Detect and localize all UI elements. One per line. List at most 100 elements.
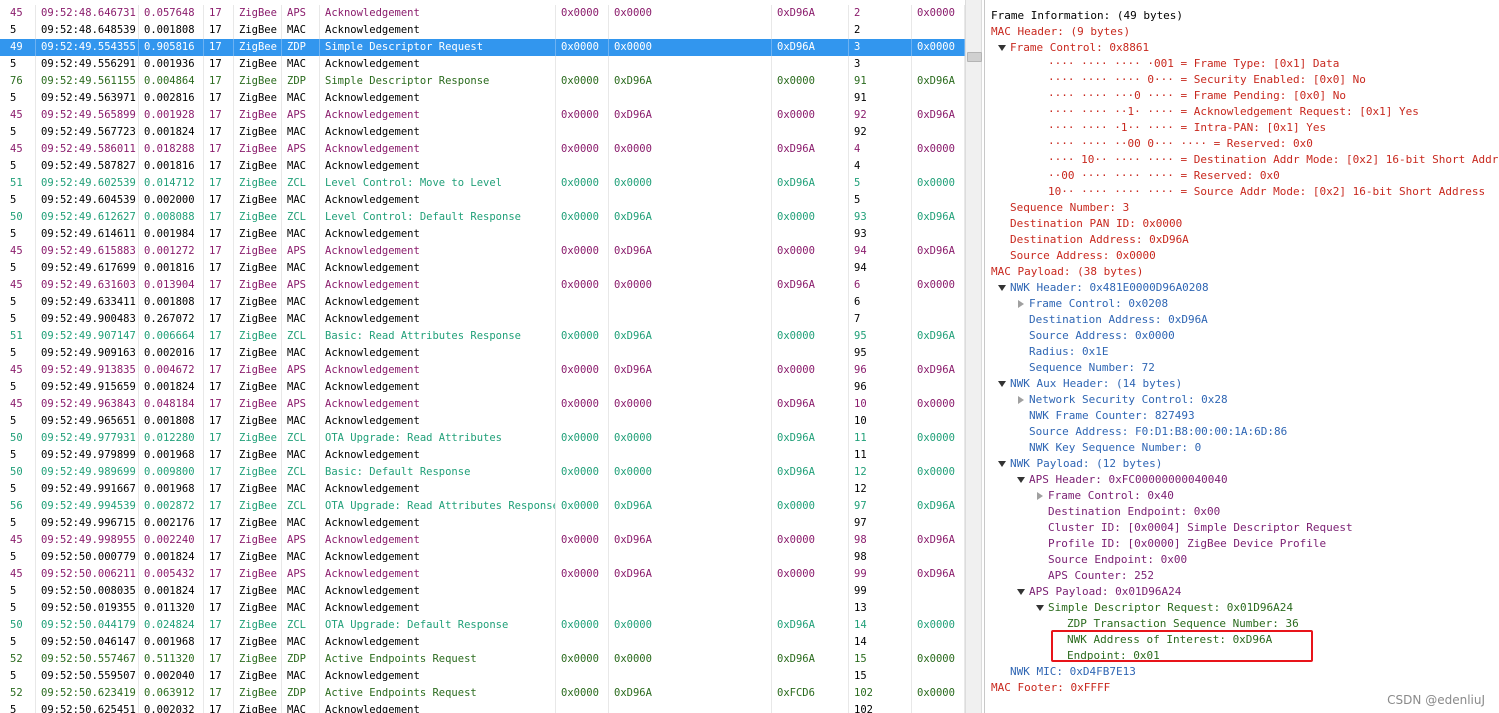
detail-field[interactable]: MAC Payload: (38 bytes) [991, 264, 1143, 280]
packet-row[interactable]: 45 09:52:49.998955 0.002240 17 ZigBee APS Ackn… [0, 532, 965, 549]
packet-row[interactable]: 5 09:52:49.633411 0.001808 17 ZigBee MAC Ackno… [0, 294, 965, 311]
packet-list-scrollbar[interactable] [965, 0, 982, 713]
detail-field[interactable]: Sequence Number: 3 [1010, 200, 1129, 216]
collapsed-triangle-icon[interactable] [1037, 492, 1043, 500]
detail-field[interactable]: Source Endpoint: 0x00 [1048, 552, 1187, 568]
packet-row[interactable]: 50 09:52:49.977931 0.012280 17 ZigBee ZCL OTA … [0, 430, 965, 447]
packet-row[interactable]: 5 09:52:49.556291 0.001936 17 ZigBee MAC Ackno… [0, 56, 965, 73]
packet-row[interactable]: 5 09:52:50.008035 0.001824 17 ZigBee MAC Ackno… [0, 583, 965, 600]
detail-field[interactable]: ···· ···· ·1·· ···· = Intra-PAN: [0x1] Y… [1048, 120, 1326, 136]
expand-triangle-icon[interactable] [1017, 589, 1025, 595]
detail-field[interactable]: Destination Endpoint: 0x00 [1048, 504, 1220, 520]
packet-row[interactable]: 50 09:52:49.612627 0.008088 17 ZigBee ZCL Leve… [0, 209, 965, 226]
detail-field[interactable]: MAC Footer: 0xFFFF [991, 680, 1110, 696]
detail-field[interactable]: Destination Address: 0xD96A [1029, 312, 1208, 328]
detail-field[interactable]: NWK Key Sequence Number: 0 [1029, 440, 1201, 456]
packet-row[interactable]: 5 09:52:49.991667 0.001968 17 ZigBee MAC Ackno… [0, 481, 965, 498]
detail-field[interactable]: ··00 ···· ···· ···· = Reserved: 0x0 [1048, 168, 1280, 184]
packet-row[interactable]: 50 09:52:49.989699 0.009800 17 ZigBee ZCL Basi… [0, 464, 965, 481]
packet-list[interactable]: 45 09:52:48.646731 0.057648 17 ZigBee APS Ackn… [0, 0, 965, 713]
detail-field[interactable]: Sequence Number: 72 [1029, 360, 1155, 376]
cell-layer: APS [282, 141, 320, 158]
detail-field[interactable]: Frame Control: 0x8861 [1010, 40, 1149, 56]
detail-field[interactable]: ···· ···· ···· 0··· = Security Enabled: … [1048, 72, 1366, 88]
scrollbar-thumb[interactable] [967, 52, 982, 62]
packet-row[interactable]: 45 09:52:49.586011 0.018288 17 ZigBee APS Ackn… [0, 141, 965, 158]
packet-row[interactable]: 5 09:52:49.604539 0.002000 17 ZigBee MAC Ackno… [0, 192, 965, 209]
packet-row[interactable]: 51 09:52:49.602539 0.014712 17 ZigBee ZCL Leve… [0, 175, 965, 192]
detail-field[interactable]: Simple Descriptor Request: 0x01D96A24 [1048, 600, 1293, 616]
detail-field[interactable]: Radius: 0x1E [1029, 344, 1108, 360]
detail-field[interactable]: Destination PAN ID: 0x0000 [1010, 216, 1182, 232]
packet-row[interactable]: 76 09:52:49.561155 0.004864 17 ZigBee ZDP Simp… [0, 73, 965, 90]
detail-field[interactable]: 10·· ···· ···· ···· = Source Addr Mode: … [1048, 184, 1485, 200]
detail-field[interactable]: Frame Information: (49 bytes) [991, 8, 1183, 24]
detail-field[interactable]: NWK Payload: (12 bytes) [1010, 456, 1162, 472]
expand-triangle-icon[interactable] [998, 285, 1006, 291]
detail-field[interactable]: Source Address: F0:D1:B8:00:00:1A:6D:86 [1029, 424, 1287, 440]
packet-row[interactable]: 45 09:52:49.913835 0.004672 17 ZigBee APS Ackn… [0, 362, 965, 379]
packet-row[interactable]: 52 09:52:50.557467 0.511320 17 ZigBee ZDP Acti… [0, 651, 965, 668]
collapsed-triangle-icon[interactable] [1018, 396, 1024, 404]
packet-row[interactable]: 45 09:52:49.615883 0.001272 17 ZigBee APS Ackn… [0, 243, 965, 260]
collapsed-triangle-icon[interactable] [1018, 300, 1024, 308]
detail-field[interactable]: Source Address: 0x0000 [1010, 248, 1156, 264]
packet-row[interactable]: 5 09:52:49.563971 0.002816 17 ZigBee MAC Ackno… [0, 90, 965, 107]
detail-field[interactable]: APS Counter: 252 [1048, 568, 1154, 584]
packet-row[interactable]: 50 09:52:50.044179 0.024824 17 ZigBee ZCL OTA … [0, 617, 965, 634]
packet-row[interactable]: 5 09:52:49.915659 0.001824 17 ZigBee MAC Ackno… [0, 379, 965, 396]
packet-row[interactable]: 5 09:52:49.900483 0.267072 17 ZigBee MAC Ackno… [0, 311, 965, 328]
packet-row[interactable]: 5 09:52:49.587827 0.001816 17 ZigBee MAC Ackno… [0, 158, 965, 175]
detail-field[interactable]: APS Payload: 0x01D96A24 [1029, 584, 1181, 600]
packet-details-pane[interactable]: Frame Information: (49 bytes) MAC Header:… [984, 0, 1499, 713]
packet-row[interactable]: 45 09:52:48.646731 0.057648 17 ZigBee APS Ackn… [0, 5, 965, 22]
packet-row[interactable]: 5 09:52:49.617699 0.001816 17 ZigBee MAC Ackno… [0, 260, 965, 277]
expand-triangle-icon[interactable] [998, 381, 1006, 387]
detail-field[interactable]: Destination Address: 0xD96A [1010, 232, 1189, 248]
packet-row[interactable]: 45 09:52:50.006211 0.005432 17 ZigBee APS Ackn… [0, 566, 965, 583]
detail-field[interactable]: NWK MIC: 0xD4FB7E13 [1010, 664, 1136, 680]
packet-row[interactable]: 5 09:52:49.909163 0.002016 17 ZigBee MAC Ackno… [0, 345, 965, 362]
packet-row[interactable]: 5 09:52:48.648539 0.001808 17 ZigBee MAC Ackno… [0, 22, 965, 39]
packet-row[interactable]: 49 09:52:49.554355 0.905816 17 ZigBee ZDP Simp… [0, 39, 965, 56]
packet-row[interactable]: 5 09:52:50.019355 0.011320 17 ZigBee MAC Ackno… [0, 600, 965, 617]
detail-field[interactable]: Frame Control: 0x0208 [1029, 296, 1168, 312]
detail-field[interactable]: MAC Header: (9 bytes) [991, 24, 1130, 40]
packet-row[interactable]: 45 09:52:49.565899 0.001928 17 ZigBee APS Ackn… [0, 107, 965, 124]
packet-row[interactable]: 56 09:52:49.994539 0.002872 17 ZigBee ZCL OTA … [0, 498, 965, 515]
packet-row[interactable]: 5 09:52:49.567723 0.001824 17 ZigBee MAC Ackno… [0, 124, 965, 141]
detail-field[interactable]: ···· 10·· ···· ···· = Destination Addr M… [1048, 152, 1499, 168]
expand-triangle-icon[interactable] [998, 461, 1006, 467]
detail-field[interactable]: NWK Aux Header: (14 bytes) [1010, 376, 1182, 392]
packet-row[interactable]: 5 09:52:50.000779 0.001824 17 ZigBee MAC Ackno… [0, 549, 965, 566]
packet-row[interactable]: 5 09:52:50.625451 0.002032 17 ZigBee MAC Ackno… [0, 702, 965, 713]
packet-row[interactable]: 5 09:52:49.979899 0.001968 17 ZigBee MAC Ackno… [0, 447, 965, 464]
expand-triangle-icon[interactable] [998, 45, 1006, 51]
detail-field[interactable]: NWK Header: 0x481E0000D96A0208 [1010, 280, 1209, 296]
packet-row[interactable]: 51 09:52:49.907147 0.006664 17 ZigBee ZCL Basi… [0, 328, 965, 345]
cell-src-addr [772, 634, 849, 651]
packet-row[interactable]: 5 09:52:49.614611 0.001984 17 ZigBee MAC Ackno… [0, 226, 965, 243]
detail-field[interactable]: Profile ID: [0x0000] ZigBee Device Profi… [1048, 536, 1326, 552]
detail-field[interactable]: Network Security Control: 0x28 [1029, 392, 1228, 408]
expand-triangle-icon[interactable] [1036, 605, 1044, 611]
detail-field[interactable]: ···· ···· ··1· ···· = Acknowledgement Re… [1048, 104, 1419, 120]
detail-field[interactable]: NWK Frame Counter: 827493 [1029, 408, 1195, 424]
packet-row[interactable]: 45 09:52:49.963843 0.048184 17 ZigBee APS Ackn… [0, 396, 965, 413]
packet-row[interactable]: 52 09:52:50.623419 0.063912 17 ZigBee ZDP Acti… [0, 685, 965, 702]
detail-field[interactable]: Cluster ID: [0x0004] Simple Descriptor R… [1048, 520, 1353, 536]
expand-triangle-icon[interactable] [1017, 477, 1025, 483]
detail-field[interactable]: APS Header: 0xFC00000000040040 [1029, 472, 1228, 488]
cell-dest-pan [556, 311, 609, 328]
cell-channel: 17 [204, 243, 234, 260]
packet-row[interactable]: 5 09:52:50.046147 0.001968 17 ZigBee MAC Ackno… [0, 634, 965, 651]
packet-row[interactable]: 5 09:52:50.559507 0.002040 17 ZigBee MAC Ackno… [0, 668, 965, 685]
detail-field[interactable]: Frame Control: 0x40 [1048, 488, 1174, 504]
packet-row[interactable]: 5 09:52:49.965651 0.001808 17 ZigBee MAC Ackno… [0, 413, 965, 430]
detail-field[interactable]: ···· ···· ···· ·001 = Frame Type: [0x1] … [1048, 56, 1339, 72]
detail-field[interactable]: ···· ···· ··00 0··· ···· = Reserved: 0x0 [1048, 136, 1313, 152]
detail-field[interactable]: ···· ···· ···0 ···· = Frame Pending: [0x… [1048, 88, 1346, 104]
packet-row[interactable]: 5 09:52:49.996715 0.002176 17 ZigBee MAC Ackno… [0, 515, 965, 532]
detail-field[interactable]: Source Address: 0x0000 [1029, 328, 1175, 344]
packet-row[interactable]: 45 09:52:49.631603 0.013904 17 ZigBee APS Ackn… [0, 277, 965, 294]
